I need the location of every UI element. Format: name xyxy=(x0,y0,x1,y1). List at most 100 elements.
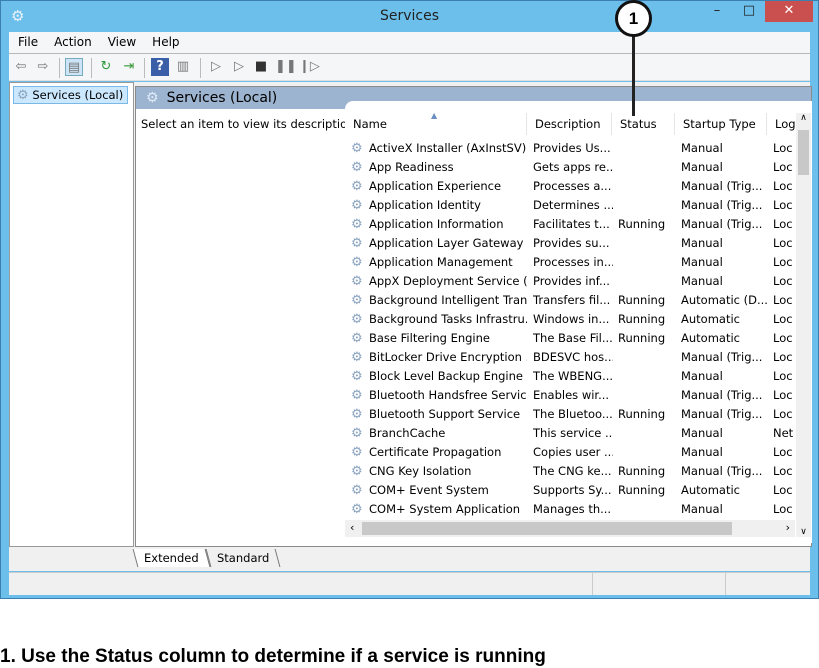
service-gear-icon: ⚙ xyxy=(351,464,363,479)
maximize-button[interactable]: □ xyxy=(733,1,765,22)
service-description: Processes in... xyxy=(533,255,613,269)
service-row[interactable]: ⚙ Background Intelligent Tran... Transfers… xyxy=(345,291,795,310)
service-description: The CNG ke... xyxy=(533,464,612,478)
service-log-on-as: Loc xyxy=(773,198,793,212)
service-name: Application Management xyxy=(369,255,513,269)
service-description: Windows in... xyxy=(533,312,610,326)
service-row[interactable]: ⚙ ActiveX Installer (AxInstSV) Provides Us… xyxy=(345,139,795,158)
service-startup-type: Automatic xyxy=(681,312,740,326)
service-gear-icon: ⚙ xyxy=(351,483,363,498)
vertical-scroll-thumb[interactable] xyxy=(798,130,809,175)
service-description: Provides inf... xyxy=(533,274,610,288)
service-gear-icon: ⚙ xyxy=(351,407,363,422)
service-row[interactable]: ⚙ Application Information Facilitates t...… xyxy=(345,215,795,234)
service-row[interactable]: ⚙ Certificate Propagation Copies user ... M… xyxy=(345,443,795,462)
service-status: Running xyxy=(618,464,666,478)
minimize-button[interactable]: – xyxy=(701,1,733,22)
back-icon[interactable]: ⇦ xyxy=(12,58,30,76)
horizontal-scrollbar[interactable]: ‹ › xyxy=(345,520,795,537)
forward-icon[interactable]: ⇨ xyxy=(34,58,52,76)
scroll-down-icon[interactable]: ∨ xyxy=(796,527,811,537)
column-name[interactable]: Name ▲ xyxy=(345,111,527,135)
service-name: BitLocker Drive Encryption ... xyxy=(369,350,527,364)
menu-view[interactable]: View xyxy=(99,32,143,49)
service-row[interactable]: ⚙ Background Tasks Infrastru... Windows in… xyxy=(345,310,795,329)
service-gear-icon: ⚙ xyxy=(351,274,363,289)
tab-extended[interactable]: Extended xyxy=(132,549,211,567)
service-log-on-as: Loc xyxy=(773,388,793,402)
scroll-right-icon[interactable]: › xyxy=(786,521,790,534)
tab-standard[interactable]: Standard xyxy=(205,549,281,567)
callout-line xyxy=(632,36,635,116)
scroll-up-icon[interactable]: ∧ xyxy=(796,113,811,123)
show-action-pane-icon[interactable]: ▥ xyxy=(174,58,192,76)
vertical-scrollbar[interactable]: ∧ ∨ xyxy=(796,113,811,537)
service-startup-type: Automatic (D... xyxy=(681,293,768,307)
start-service-alt-icon[interactable]: ▷ xyxy=(230,58,248,76)
column-status[interactable]: Status xyxy=(612,113,675,135)
service-gear-icon: ⚙ xyxy=(351,217,363,232)
service-gear-icon: ⚙ xyxy=(351,160,363,175)
service-name: Bluetooth Support Service xyxy=(369,407,521,421)
tree-item-services-local[interactable]: ⚙ Services (Local) xyxy=(13,86,129,104)
service-name: ActiveX Installer (AxInstSV) xyxy=(369,141,527,155)
service-description: Gets apps re... xyxy=(533,160,613,174)
service-gear-icon: ⚙ xyxy=(351,369,363,384)
service-description: This service ... xyxy=(533,426,613,440)
pause-service-icon[interactable]: ❚❚ xyxy=(275,58,297,76)
service-row[interactable]: ⚙ Bluetooth Handsfree Service Enables wir.… xyxy=(345,386,795,405)
service-row[interactable]: ⚙ BranchCache This service ... Manual Net xyxy=(345,424,795,443)
service-row[interactable]: ⚙ App Readiness Gets apps re... Manual Loc xyxy=(345,158,795,177)
refresh-icon[interactable]: ↻ xyxy=(97,58,115,76)
service-log-on-as: Loc xyxy=(773,274,793,288)
service-row[interactable]: ⚙ COM+ Event System Supports Sy... Running A… xyxy=(345,481,795,500)
column-log-on-as[interactable]: Log xyxy=(767,113,796,135)
start-service-icon[interactable]: ▷ xyxy=(207,58,225,76)
service-row[interactable]: ⚙ Application Experience Processes a... Man… xyxy=(345,177,795,196)
service-row[interactable]: ⚙ Base Filtering Engine The Base Fil... Run… xyxy=(345,329,795,348)
service-row[interactable]: ⚙ COM+ System Application Manages th... Man… xyxy=(345,500,795,519)
service-name: CNG Key Isolation xyxy=(369,464,472,478)
close-button[interactable]: ✕ xyxy=(765,1,813,22)
service-name: COM+ Event System xyxy=(369,483,489,497)
export-list-icon[interactable]: ⇥ xyxy=(120,58,138,76)
menu-file[interactable]: File xyxy=(9,32,45,49)
service-description: Manages th... xyxy=(533,502,612,516)
service-gear-icon: ⚙ xyxy=(351,236,363,251)
gear-icon: ⚙ xyxy=(146,90,159,106)
service-row[interactable]: ⚙ Application Identity Determines ... Manua… xyxy=(345,196,795,215)
service-row[interactable]: ⚙ Block Level Backup Engine ... The WBENG.… xyxy=(345,367,795,386)
tree-item-label: Services (Local) xyxy=(32,88,124,102)
restart-service-icon[interactable]: ❙▷ xyxy=(299,58,320,76)
column-description[interactable]: Description xyxy=(527,113,612,135)
service-description: The Bluetoo... xyxy=(533,407,613,421)
service-description: Facilitates t... xyxy=(533,217,610,231)
service-row[interactable]: ⚙ BitLocker Drive Encryption ... BDESVC ho… xyxy=(345,348,795,367)
menu-help[interactable]: Help xyxy=(143,32,186,49)
service-log-on-as: Loc xyxy=(773,236,793,250)
scroll-left-icon[interactable]: ‹ xyxy=(350,521,354,534)
service-description: Supports Sy... xyxy=(533,483,612,497)
service-row[interactable]: ⚙ Application Management Processes in... Ma… xyxy=(345,253,795,272)
column-startup-type[interactable]: Startup Type xyxy=(675,113,767,135)
stop-service-icon[interactable]: ■ xyxy=(252,58,270,76)
horizontal-scroll-thumb[interactable] xyxy=(362,522,732,535)
services-window: ⚙ Services – □ ✕ File Action View Help ⇦ ⇨ … xyxy=(0,0,819,599)
service-startup-type: Manual xyxy=(681,236,723,250)
service-row[interactable]: ⚙ CNG Key Isolation The CNG ke... Running Ma… xyxy=(345,462,795,481)
help-icon[interactable]: ? xyxy=(151,58,169,76)
service-row[interactable]: ⚙ AppX Deployment Service (... Provides in… xyxy=(345,272,795,291)
menu-action[interactable]: Action xyxy=(45,32,99,49)
service-row[interactable]: ⚙ Bluetooth Support Service The Bluetoo...… xyxy=(345,405,795,424)
service-row[interactable]: ⚙ Application Layer Gateway ... Provides s… xyxy=(345,234,795,253)
service-name: Application Information xyxy=(369,217,504,231)
view-tabs: Extended Standard xyxy=(132,549,281,569)
service-log-on-as: Loc xyxy=(773,141,793,155)
service-gear-icon: ⚙ xyxy=(351,293,363,308)
service-name: Background Tasks Infrastru... xyxy=(369,312,527,326)
service-startup-type: Manual xyxy=(681,426,723,440)
service-startup-type: Manual xyxy=(681,141,723,155)
service-log-on-as: Loc xyxy=(773,464,793,478)
show-hide-console-tree-icon[interactable]: ▤ xyxy=(65,58,83,76)
service-description: The Base Fil... xyxy=(533,331,613,345)
